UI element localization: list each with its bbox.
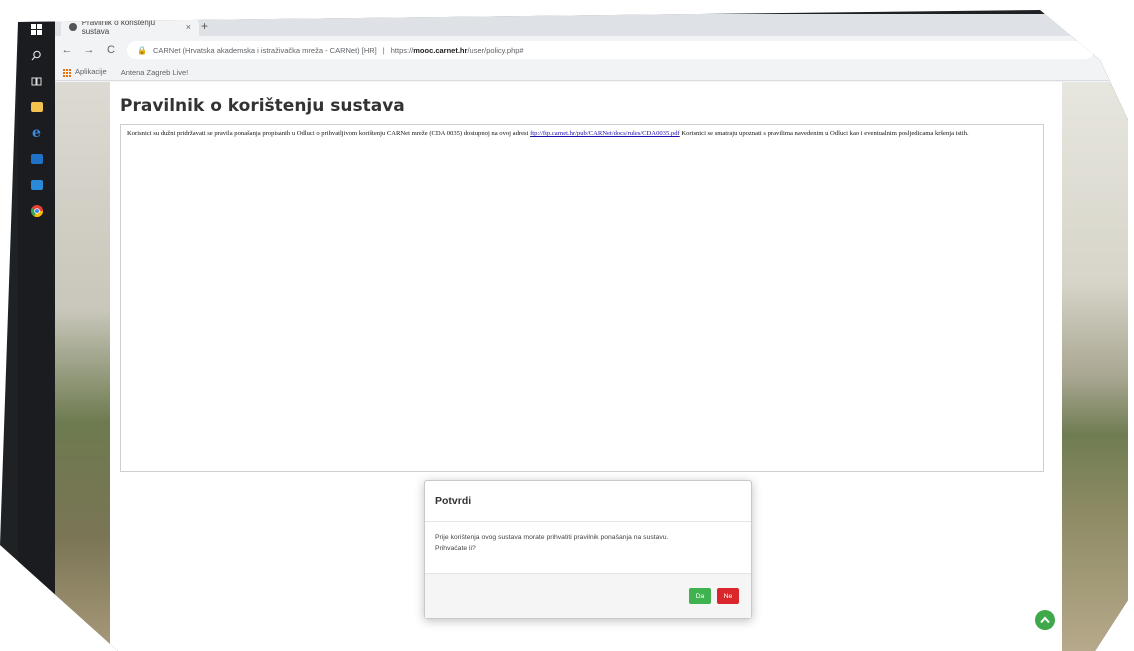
forward-button[interactable]: → xyxy=(83,44,95,56)
tab-strip: Pravilnik o korištenju sustava × + xyxy=(55,14,1128,36)
chevron-up-icon xyxy=(1040,616,1050,624)
policy-link[interactable]: ftp://ftp.carnet.hr/pub/CARNet/docs/rule… xyxy=(530,130,680,137)
edge-icon[interactable]: e xyxy=(30,125,44,141)
url-scheme: https:// xyxy=(390,45,414,55)
url-separator: | xyxy=(382,45,385,55)
browser-tab[interactable]: Pravilnik o korištenju sustava × xyxy=(61,18,199,36)
dialog-footer: Da Ne xyxy=(425,573,751,618)
page-background-left xyxy=(55,82,110,651)
dialog-question: Prihvaćate li? xyxy=(435,545,476,552)
windows-taskbar: e xyxy=(18,10,55,651)
site-info: CARNet (Hrvatska akademska i istraživačk… xyxy=(152,45,377,55)
lock-icon[interactable]: 🔒 xyxy=(137,46,147,55)
browser-chrome: Pravilnik o korištenju sustava × + ← → C… xyxy=(55,14,1128,82)
screenshot-frame: e Pravilnik o korištenju sustava × + ← →… xyxy=(0,10,1128,651)
url-path: /user/policy.php# xyxy=(467,45,524,55)
policy-text-box[interactable]: Korisnici su dužni pridržavati se pravil… xyxy=(120,124,1044,472)
bookmark-label: Aplikacije xyxy=(75,67,107,77)
url: https://mooc.carnet.hr/user/policy.php# xyxy=(391,46,524,55)
navigation-bar: ← → C 🔒 CARNet (Hrvatska akademska i ist… xyxy=(55,40,1128,60)
apps-grid-icon xyxy=(63,68,71,77)
dialog-title: Potvrdi xyxy=(425,481,751,522)
windows-start-icon[interactable] xyxy=(30,22,44,36)
confirm-dialog: Potvrdi Prije korištenja ovog sustava mo… xyxy=(424,480,752,619)
dialog-body: Prije korištenja ovog sustava morate pri… xyxy=(425,522,751,574)
url-host: mooc.carnet.hr xyxy=(413,45,468,55)
policy-text-2: Korisnici se smatraju upoznati s pravili… xyxy=(681,130,969,137)
address-bar[interactable]: 🔒 CARNet (Hrvatska akademska i istraživa… xyxy=(127,41,1094,59)
policy-text-1: Korisnici su dužni pridržavati se pravil… xyxy=(127,130,529,137)
bookmarks-bar: Aplikacije Antena Zagreb Live! xyxy=(55,64,1128,81)
favicon-icon xyxy=(69,23,77,31)
yes-button[interactable]: Da xyxy=(689,588,711,604)
back-button[interactable]: ← xyxy=(61,44,73,56)
task-view-icon[interactable] xyxy=(30,74,44,88)
page-title: Pravilnik o korištenju sustava xyxy=(120,96,405,116)
tab-close-icon[interactable]: × xyxy=(186,22,191,32)
outlook-icon[interactable] xyxy=(30,152,44,166)
new-tab-button[interactable]: + xyxy=(201,19,208,33)
tab-title: Pravilnik o korištenju sustava xyxy=(81,18,156,36)
file-explorer-icon[interactable] xyxy=(30,100,44,114)
scroll-to-top-button[interactable] xyxy=(1035,610,1055,630)
search-icon[interactable] xyxy=(30,48,44,62)
dialog-message: Prije korištenja ovog sustava morate pri… xyxy=(435,534,669,541)
no-button[interactable]: Ne xyxy=(717,588,739,604)
bookmark-apps[interactable]: Aplikacije xyxy=(63,67,107,77)
outlook-mail-icon[interactable] xyxy=(30,178,44,192)
reload-button[interactable]: C xyxy=(105,44,117,56)
bookmark-antena[interactable]: Antena Zagreb Live! xyxy=(121,68,189,77)
chrome-icon[interactable] xyxy=(30,204,44,218)
